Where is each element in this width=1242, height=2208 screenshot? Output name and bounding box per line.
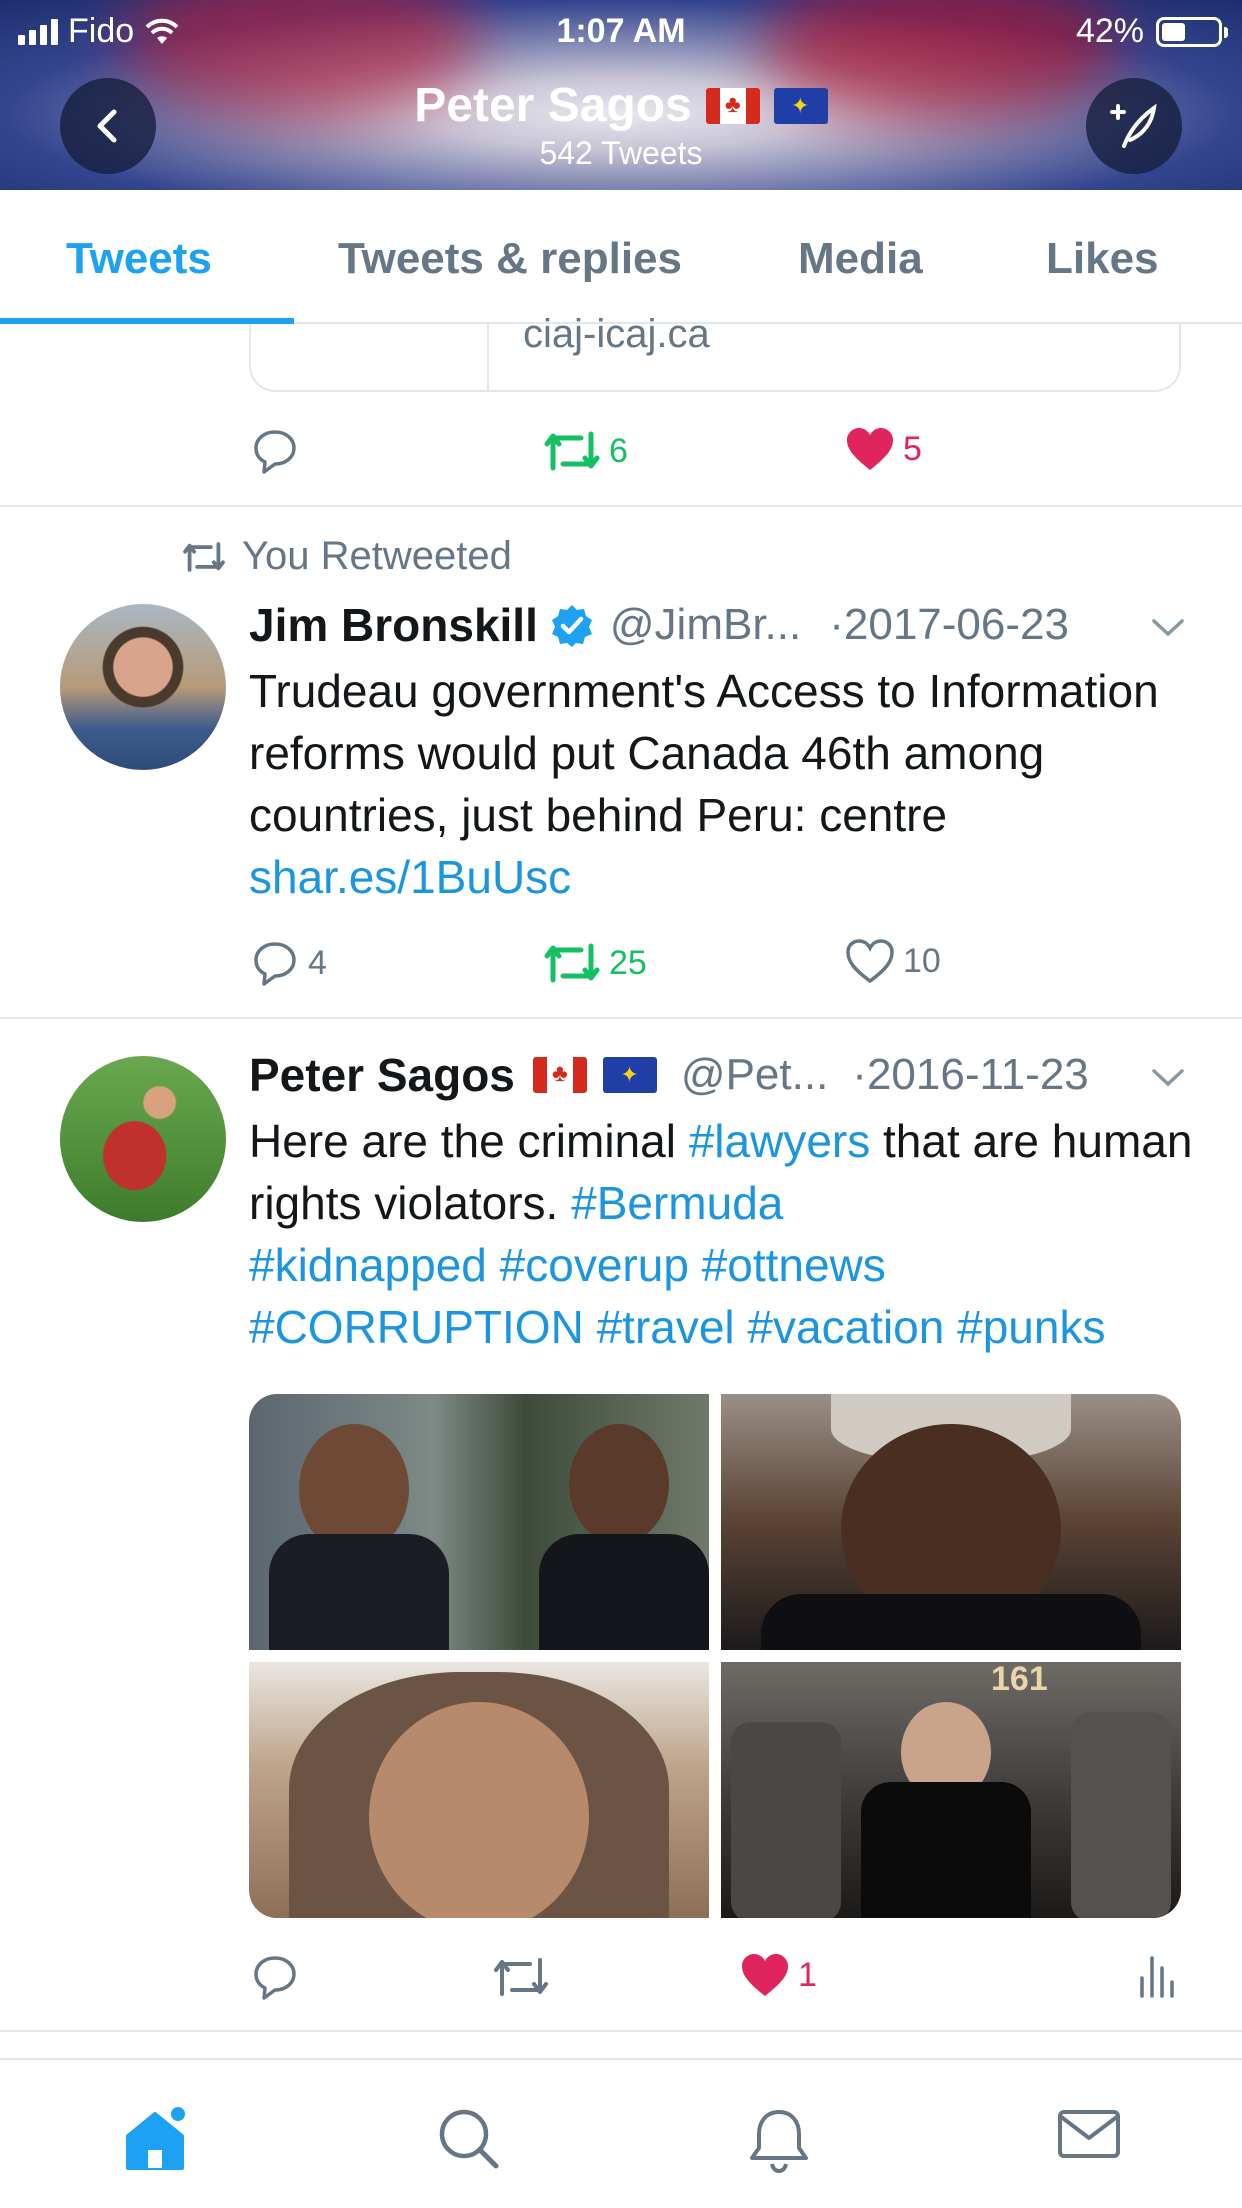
tweet-text: Trudeau government's Access to Informati…: [249, 660, 1189, 908]
author-handle[interactable]: @JimBr...: [610, 600, 801, 650]
status-bar: Fido 1:07 AM 42%: [0, 10, 1242, 54]
heart-filled-icon: [742, 1954, 788, 1996]
tweet-text: Here are the criminal #lawyers that are …: [249, 1110, 1199, 1358]
canada-flag-icon: [705, 87, 760, 124]
retweet-count: 6: [609, 431, 628, 470]
card-divider: [487, 324, 489, 390]
tweet-separator: [0, 2030, 1242, 2032]
heart-outline-icon: [846, 939, 894, 984]
retweet-button[interactable]: [492, 1952, 550, 2002]
tweet-date[interactable]: ·2017-06-23: [829, 600, 1069, 650]
clock: 1:07 AM: [556, 12, 686, 50]
analytics-button[interactable]: [1138, 1952, 1174, 1998]
nav-notifications[interactable]: [746, 2106, 812, 2179]
hashtag-links[interactable]: #CORRUPTION #travel #vacation #punks: [249, 1296, 1199, 1358]
chevron-down-icon[interactable]: [1150, 1062, 1186, 1092]
photo-thumbnail[interactable]: [249, 1662, 709, 1918]
reply-icon: [254, 430, 296, 474]
tweet-separator: [0, 505, 1242, 507]
like-button[interactable]: 5: [845, 426, 922, 472]
photo-thumbnail[interactable]: 161: [721, 1662, 1181, 1918]
card-domain: ciaj-icaj.ca: [523, 312, 710, 356]
search-icon: [439, 2109, 499, 2169]
tab-tweets-and-replies[interactable]: Tweets & replies: [338, 234, 682, 284]
nav-messages[interactable]: [1056, 2106, 1122, 2167]
like-button[interactable]: 10: [845, 938, 941, 984]
avatar[interactable]: [60, 1056, 226, 1222]
nav-search[interactable]: [436, 2106, 502, 2177]
photo-thumbnail[interactable]: [721, 1394, 1181, 1650]
author-name[interactable]: Peter Sagos: [249, 1048, 515, 1102]
heart-filled-icon: [847, 428, 893, 470]
retweet-icon: [494, 1958, 548, 1996]
like-button[interactable]: 1: [740, 1952, 817, 1998]
mail-icon: [1058, 2110, 1120, 2158]
retweet-icon: [544, 431, 600, 471]
profile-name: Peter Sagos: [414, 79, 692, 132]
tweet-separator: [0, 1017, 1242, 1019]
like-count: 1: [798, 1955, 817, 1994]
bell-icon: [750, 2110, 808, 2174]
tab-tweets[interactable]: Tweets: [66, 234, 212, 284]
compose-feather-icon: [1110, 103, 1157, 148]
verified-badge-icon: [551, 605, 592, 647]
link-card[interactable]: ciaj-icaj.ca: [249, 312, 1181, 392]
tweet-media-grid: 161: [249, 1394, 1181, 1918]
retweet-count: 25: [609, 943, 647, 982]
tweet-text-content: Trudeau government's Access to Informati…: [249, 665, 1159, 841]
tweet-header: Jim Bronskill @JimBr... ·2017-06-23: [249, 598, 1069, 652]
retweeted-indicator: You Retweeted: [182, 534, 512, 579]
reply-button[interactable]: 4: [250, 938, 327, 988]
eu-flag-icon: [602, 1057, 657, 1093]
retweeted-label: You Retweeted: [242, 534, 512, 578]
building-number-sign: 161: [991, 1662, 1048, 1698]
profile-tabs: Tweets Tweets & replies Media Likes: [0, 190, 1242, 324]
hashtag-links[interactable]: #kidnapped #coverup #ottnews: [249, 1234, 1199, 1296]
tweet-count: 542 Tweets: [539, 135, 703, 171]
tab-likes[interactable]: Likes: [1046, 234, 1159, 284]
tweet-text-part: Here are the criminal: [249, 1115, 689, 1167]
bottom-tab-bar: [0, 2058, 1242, 2208]
compose-tweet-button[interactable]: [1086, 78, 1182, 174]
tweet-link[interactable]: shar.es/1BuUsc: [249, 851, 571, 903]
home-icon: [126, 2107, 185, 2170]
eu-flag-icon: [773, 87, 828, 124]
tweet-header: Peter Sagos @Pet... ·2016-11-23: [249, 1048, 1089, 1102]
battery-icon: [1156, 16, 1228, 47]
reply-button[interactable]: [250, 1952, 300, 2002]
hashtag-link[interactable]: #lawyers: [689, 1115, 871, 1167]
retweet-button[interactable]: 6: [543, 426, 628, 476]
like-count: 10: [903, 941, 941, 980]
avatar[interactable]: [60, 604, 226, 770]
battery-info: 42%: [1075, 12, 1228, 51]
canada-flag-icon: [532, 1057, 587, 1093]
reply-count: 4: [308, 943, 327, 982]
analytics-icon: [1140, 1956, 1174, 1998]
nav-home[interactable]: [122, 2106, 192, 2177]
reply-button[interactable]: [250, 426, 300, 476]
tab-media[interactable]: Media: [798, 234, 923, 284]
retweet-button[interactable]: 25: [543, 938, 647, 988]
author-handle[interactable]: @Pet...: [681, 1050, 828, 1100]
like-count: 5: [903, 429, 922, 468]
chevron-down-icon[interactable]: [1150, 612, 1186, 642]
photo-thumbnail[interactable]: [249, 1394, 709, 1650]
retweet-icon: [544, 943, 600, 983]
header-title: Peter Sagos 542 Tweets: [0, 78, 1242, 172]
hashtag-link[interactable]: #Bermuda: [571, 1177, 783, 1229]
profile-header: Fido 1:07 AM 42% Peter Sagos 542 Tweets: [0, 0, 1242, 190]
reply-icon: [254, 1956, 296, 2000]
retweet-icon: [183, 541, 225, 572]
reply-icon: [254, 942, 296, 986]
tweet-date[interactable]: ·2016-11-23: [852, 1050, 1088, 1100]
battery-percent: 42%: [1075, 12, 1144, 50]
author-name[interactable]: Jim Bronskill: [249, 598, 538, 652]
